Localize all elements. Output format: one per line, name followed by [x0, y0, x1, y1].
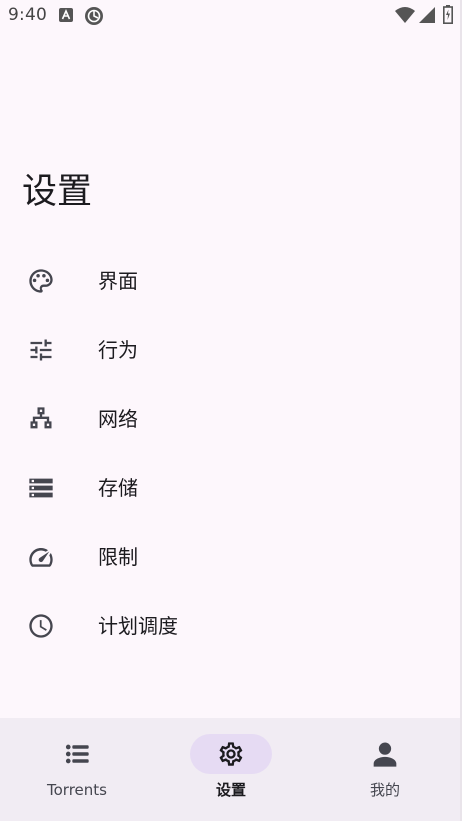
status-bar: 9:40 — [0, 0, 462, 32]
settings-item-label: 行为 — [98, 338, 138, 362]
settings-item-schedule[interactable]: 计划调度 — [0, 591, 462, 660]
settings-item-network[interactable]: 网络 — [0, 384, 462, 453]
settings-item-behavior[interactable]: 行为 — [0, 315, 462, 384]
storage-icon — [27, 474, 55, 502]
nav-item-settings[interactable]: 设置 — [154, 718, 308, 821]
battery-icon — [443, 5, 453, 28]
wifi-icon — [395, 7, 415, 27]
settings-list: 界面 行为 网络 存储 限制 计划调度 — [0, 246, 462, 660]
nav-label: 设置 — [215, 781, 246, 799]
nav-label: Torrents — [47, 781, 107, 799]
list-icon — [63, 740, 91, 768]
settings-item-label: 限制 — [98, 545, 138, 569]
clock-icon — [27, 612, 55, 640]
settings-item-label: 界面 — [98, 269, 138, 293]
tune-icon — [27, 336, 55, 364]
settings-item-label: 存储 — [98, 476, 138, 500]
settings-item-label: 网络 — [98, 407, 138, 431]
person-icon — [369, 738, 401, 770]
bottom-navigation: Torrents 设置 我的 — [0, 718, 462, 821]
nav-item-profile[interactable]: 我的 — [308, 718, 462, 821]
nav-label: 我的 — [369, 781, 400, 799]
settings-item-label: 计划调度 — [98, 614, 178, 638]
settings-item-storage[interactable]: 存储 — [0, 453, 462, 522]
palette-icon — [27, 267, 55, 295]
page-title: 设置 — [22, 172, 93, 212]
status-time: 9:40 — [8, 5, 47, 25]
sync-icon — [84, 6, 104, 30]
settings-item-interface[interactable]: 界面 — [0, 246, 462, 315]
nav-item-torrents[interactable]: Torrents — [0, 718, 154, 821]
a-icon — [59, 7, 73, 26]
gear-icon — [217, 740, 245, 768]
network-icon — [27, 405, 55, 433]
signal-icon — [419, 7, 435, 27]
speed-icon — [27, 543, 55, 571]
settings-item-limits[interactable]: 限制 — [0, 522, 462, 591]
